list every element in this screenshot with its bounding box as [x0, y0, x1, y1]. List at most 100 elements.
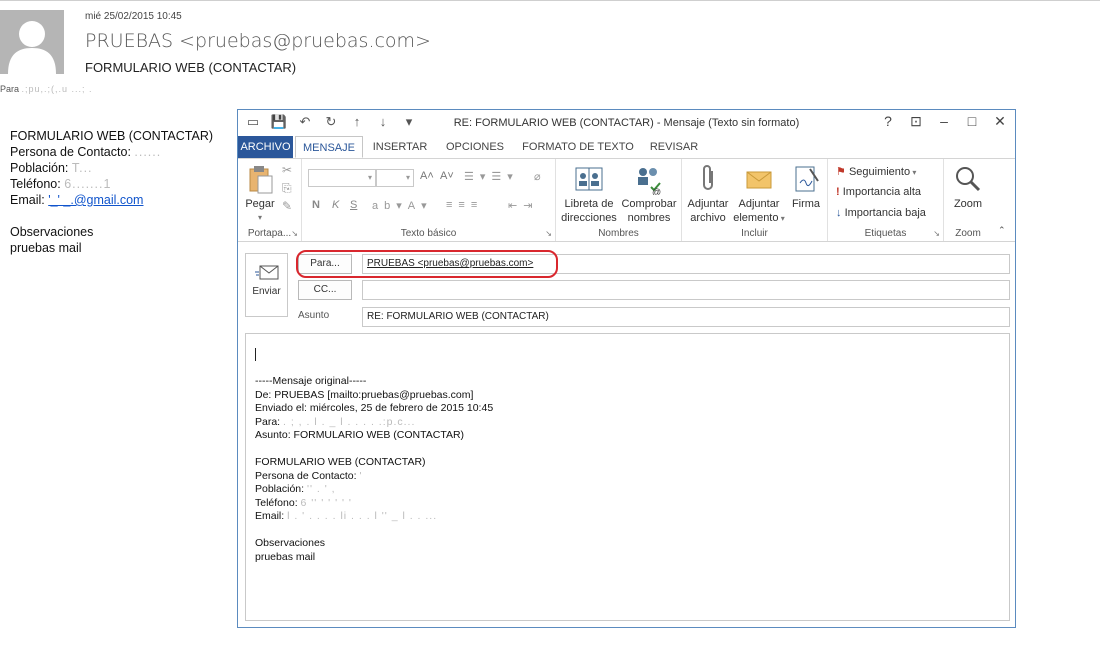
attach-file-button[interactable]: Adjuntar archivo [684, 163, 732, 225]
collapse-ribbon-icon[interactable]: ⌃ [998, 225, 1006, 236]
body-line: Teléfono: 6 '' ' ' ' ' ' [255, 496, 352, 509]
body-line: Para: . ; , . l . _ l . . . . .:p.c... [255, 415, 416, 428]
subject-field[interactable]: RE: FORMULARIO WEB (CONTACTAR) [362, 307, 1010, 327]
body-line: Persona de Contacto: ' [255, 469, 363, 482]
maximize-button[interactable]: □ [963, 113, 981, 130]
body-line: Observaciones [255, 537, 326, 549]
flag-icon: ⚑ [836, 166, 846, 178]
tab-archivo[interactable]: ARCHIVO [238, 136, 293, 158]
svg-text:@: @ [652, 187, 661, 195]
attach-item-button[interactable]: Adjuntar elemento ▾ [732, 163, 786, 226]
message-to: Para .;pu,.;(,.u ...; . [0, 84, 93, 94]
body-line: Email: l . ' . . . . li . . . l '' _ l .… [255, 510, 438, 522]
body-line: De: PRUEBAS [mailto:pruebas@pruebas.com] [255, 388, 474, 401]
italic-button[interactable]: K [332, 199, 339, 211]
group-zoom: Zoom Zoom [944, 159, 992, 241]
ribbon-display-button[interactable]: ⊡ [907, 113, 925, 130]
minimize-button[interactable]: – [935, 113, 953, 130]
signature-icon [790, 163, 822, 195]
shrink-font-icon[interactable]: A˅ [440, 170, 454, 182]
help-button[interactable]: ? [879, 113, 897, 130]
exclamation-icon: ! [836, 186, 840, 198]
tab-mensaje[interactable]: MENSAJE [295, 136, 363, 158]
cut-icon[interactable]: ✂ [282, 163, 292, 177]
compose-window: ▭ 💾 ↶ ↻ ↑ ↓ ▾ RE: FORMULARIO WEB (CONTAC… [237, 109, 1016, 628]
to-label: Para [0, 84, 20, 94]
subject-label: Asunto [298, 310, 330, 321]
group-names: Libreta de direcciones @ Comprobar nombr… [556, 159, 682, 241]
body-line: Población: T... [10, 161, 93, 175]
underline-button[interactable]: S [350, 199, 357, 211]
indent-icons[interactable]: ⇤⇥ [508, 199, 538, 212]
send-button[interactable]: Enviar [245, 253, 288, 317]
message-body: FORMULARIO WEB (CONTACTAR) Persona de Co… [10, 128, 213, 256]
paperclip-icon [692, 163, 724, 195]
follow-up-button[interactable]: ⚑ Seguimiento ▾ [836, 165, 916, 178]
clear-format-icon[interactable]: ⌀ [534, 170, 541, 183]
check-names-button[interactable]: @ Comprobar nombres [618, 163, 680, 225]
body-line: pruebas mail [10, 241, 82, 255]
email-link[interactable]: '_' _.@gmail.com [48, 193, 143, 207]
clipboard-icon [244, 163, 276, 195]
address-book-button[interactable]: Libreta de direcciones [558, 163, 620, 225]
body-line: Persona de Contacto: ...... [10, 145, 162, 159]
dialog-launcher-icon[interactable]: ↘ [933, 229, 940, 238]
window-controls: ? ⊡ – □ ✕ [879, 113, 1009, 130]
group-tags: ⚑ Seguimiento ▾ ! Importancia alta ↓ Imp… [828, 159, 944, 241]
dialog-launcher-icon[interactable]: ↘ [291, 229, 298, 238]
address-book-icon [573, 163, 605, 195]
body-line: pruebas mail [255, 550, 316, 563]
tab-revisar[interactable]: REVISAR [646, 136, 702, 158]
to-value-redacted: .;pu,.;(,.u ...; . [21, 84, 93, 94]
group-clipboard: Pegar ▾ ✂ ⎘ ✎ Portapa... ↘ [238, 159, 302, 241]
cc-button[interactable]: CC... [298, 280, 352, 300]
cc-field[interactable] [362, 280, 1010, 300]
list-icons[interactable]: ☰▾☰▾ [464, 170, 519, 183]
title-bar: ▭ 💾 ↶ ↻ ↑ ↓ ▾ RE: FORMULARIO WEB (CONTAC… [238, 110, 1015, 136]
align-icons[interactable]: ≡≡≡ [446, 199, 483, 211]
copy-icon[interactable]: ⎘ [282, 181, 292, 196]
close-button[interactable]: ✕ [991, 113, 1009, 130]
group-label: Texto básico [400, 228, 457, 239]
bold-button[interactable]: N [312, 199, 320, 211]
font-size-combo[interactable]: ▾ [376, 169, 414, 187]
low-importance-button[interactable]: ↓ Importancia baja [836, 207, 926, 219]
body-line: Teléfono: 6.......1 [10, 177, 112, 191]
message-subject: FORMULARIO WEB (CONTACTAR) [85, 60, 297, 75]
tab-opciones[interactable]: OPCIONES [443, 136, 507, 158]
message-date: mié 25/02/2015 10:45 [85, 11, 182, 22]
font-name-combo[interactable]: ▾ [308, 169, 376, 187]
body-line: Enviado el: miércoles, 25 de febrero de … [255, 402, 494, 414]
highlight-color-icons[interactable]: ab▾A▾ [372, 199, 433, 212]
top-divider [0, 0, 1100, 1]
magnifier-icon [952, 163, 984, 195]
tab-formato-de-texto[interactable]: FORMATO DE TEXTO [520, 136, 636, 158]
dialog-launcher-icon[interactable]: ↘ [545, 229, 552, 238]
body-line: Email: '_' _.@gmail.com [10, 193, 144, 207]
group-include: Adjuntar archivo Adjuntar elemento ▾ Fir… [682, 159, 828, 241]
format-painter-icon[interactable]: ✎ [282, 199, 292, 213]
red-highlight-annotation [296, 250, 558, 278]
tab-insertar[interactable]: INSERTAR [370, 136, 430, 158]
ribbon: Pegar ▾ ✂ ⎘ ✎ Portapa... ↘ ▾ ▾ A˄ A˅ ☰▾☰… [238, 158, 1015, 242]
message-sender[interactable]: PRUEBAS <pruebas@pruebas.com> [85, 30, 431, 52]
group-label: Zoom [955, 228, 981, 239]
check-names-icon: @ [633, 163, 665, 197]
grow-font-icon[interactable]: A˄ [420, 170, 434, 182]
body-line: FORMULARIO WEB (CONTACTAR) [255, 456, 426, 468]
sender-avatar [0, 10, 64, 74]
body-line: FORMULARIO WEB (CONTACTAR) [10, 129, 214, 143]
paste-button[interactable]: Pegar ▾ [242, 163, 278, 225]
body-line: Observaciones [10, 225, 94, 239]
message-body-editor[interactable]: -----Mensaje original----- De: PRUEBAS [… [245, 333, 1010, 621]
high-importance-button[interactable]: ! Importancia alta [836, 186, 921, 198]
envelope-icon [743, 163, 775, 195]
zoom-button[interactable]: Zoom [948, 163, 988, 211]
signature-button[interactable]: Firma [786, 163, 826, 211]
ribbon-tabs: ARCHIVO MENSAJE INSERTAR OPCIONES FORMAT… [238, 136, 1015, 158]
body-line: -----Mensaje original----- [255, 375, 367, 387]
group-label: Incluir [741, 228, 768, 239]
group-label: Nombres [598, 228, 639, 239]
text-cursor [255, 348, 256, 361]
body-line: Población: '' . ' , [255, 483, 336, 495]
